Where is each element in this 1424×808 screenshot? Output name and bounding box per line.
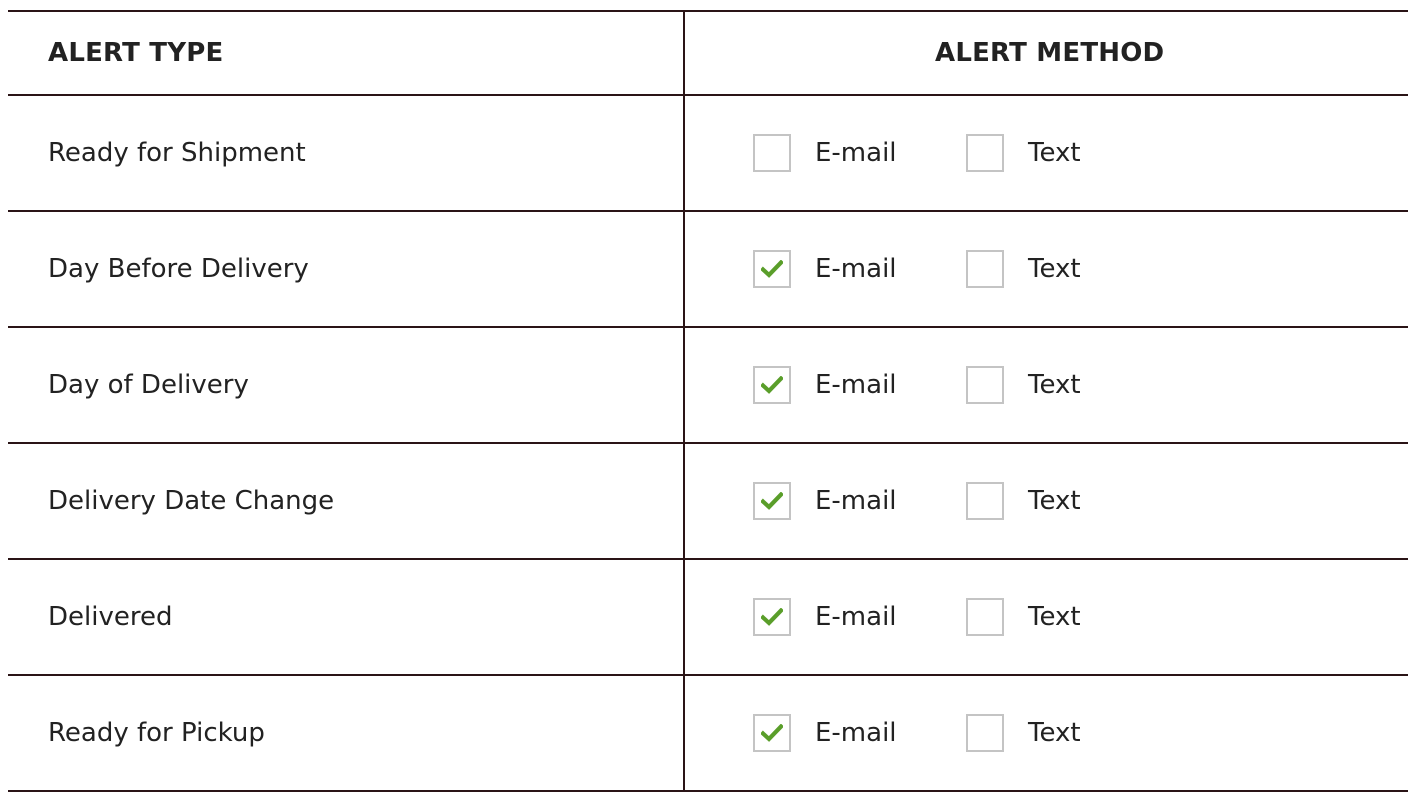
email-label: E-mail [815,486,897,516]
alert-method-options: E-mail Text [753,134,1408,172]
text-label: Text [1028,370,1081,400]
email-label: E-mail [815,254,897,284]
text-checkbox[interactable] [966,482,1004,520]
text-label: Text [1028,138,1081,168]
email-option[interactable]: E-mail [753,250,966,288]
alert-type-label: Ready for Shipment [8,94,685,212]
alert-type-label: Day of Delivery [8,326,685,444]
text-label: Text [1028,718,1081,748]
alert-method-options: E-mail Text [753,366,1408,404]
table-row: Ready for Shipment E-mail Text [8,94,1408,212]
alert-method-cell: E-mail Text [684,442,1408,560]
alert-type-label: Delivery Date Change [8,442,685,560]
text-option[interactable]: Text [966,714,1081,752]
alerts-table: ALERT TYPE ALERT METHOD Ready for Shipme… [8,10,1408,792]
alert-method-cell: E-mail Text [684,558,1408,676]
email-option[interactable]: E-mail [753,714,966,752]
table-header-row: ALERT TYPE ALERT METHOD [8,10,1408,96]
checkmark-icon [761,376,783,394]
table-row: Delivered E-mail Text [8,558,1408,676]
email-option[interactable]: E-mail [753,598,966,636]
alert-method-cell: E-mail Text [684,326,1408,444]
table-row: Delivery Date Change E-mail Text [8,442,1408,560]
email-option[interactable]: E-mail [753,134,966,172]
email-checkbox[interactable] [753,366,791,404]
checkmark-icon [761,724,783,742]
text-label: Text [1028,254,1081,284]
alert-method-cell: E-mail Text [684,674,1408,792]
text-label: Text [1028,602,1081,632]
email-option[interactable]: E-mail [753,482,966,520]
text-option[interactable]: Text [966,250,1081,288]
email-checkbox[interactable] [753,134,791,172]
alert-method-cell: E-mail Text [684,210,1408,328]
alert-method-options: E-mail Text [753,250,1408,288]
email-checkbox[interactable] [753,598,791,636]
text-option[interactable]: Text [966,366,1081,404]
text-checkbox[interactable] [966,134,1004,172]
text-label: Text [1028,486,1081,516]
alert-type-label: Day Before Delivery [8,210,685,328]
checkmark-icon [761,260,783,278]
text-checkbox[interactable] [966,250,1004,288]
text-checkbox[interactable] [966,598,1004,636]
alert-method-header: ALERT METHOD [684,10,1408,96]
alert-type-label: Ready for Pickup [8,674,685,792]
checkmark-icon [761,492,783,510]
alert-method-options: E-mail Text [753,482,1408,520]
email-checkbox[interactable] [753,250,791,288]
table-row: Day Before Delivery E-mail Text [8,210,1408,328]
alert-method-cell: E-mail Text [684,94,1408,212]
email-checkbox[interactable] [753,714,791,752]
alert-method-options: E-mail Text [753,714,1408,752]
text-option[interactable]: Text [966,482,1081,520]
table-row: Ready for Pickup E-mail Text [8,674,1408,792]
email-label: E-mail [815,602,897,632]
email-label: E-mail [815,138,897,168]
checkmark-icon [761,608,783,626]
text-option[interactable]: Text [966,134,1081,172]
alert-type-label: Delivered [8,558,685,676]
text-checkbox[interactable] [966,366,1004,404]
email-label: E-mail [815,718,897,748]
email-checkbox[interactable] [753,482,791,520]
alert-method-options: E-mail Text [753,598,1408,636]
alert-type-header: ALERT TYPE [8,10,685,96]
email-label: E-mail [815,370,897,400]
text-checkbox[interactable] [966,714,1004,752]
table-row: Day of Delivery E-mail Text [8,326,1408,444]
text-option[interactable]: Text [966,598,1081,636]
email-option[interactable]: E-mail [753,366,966,404]
